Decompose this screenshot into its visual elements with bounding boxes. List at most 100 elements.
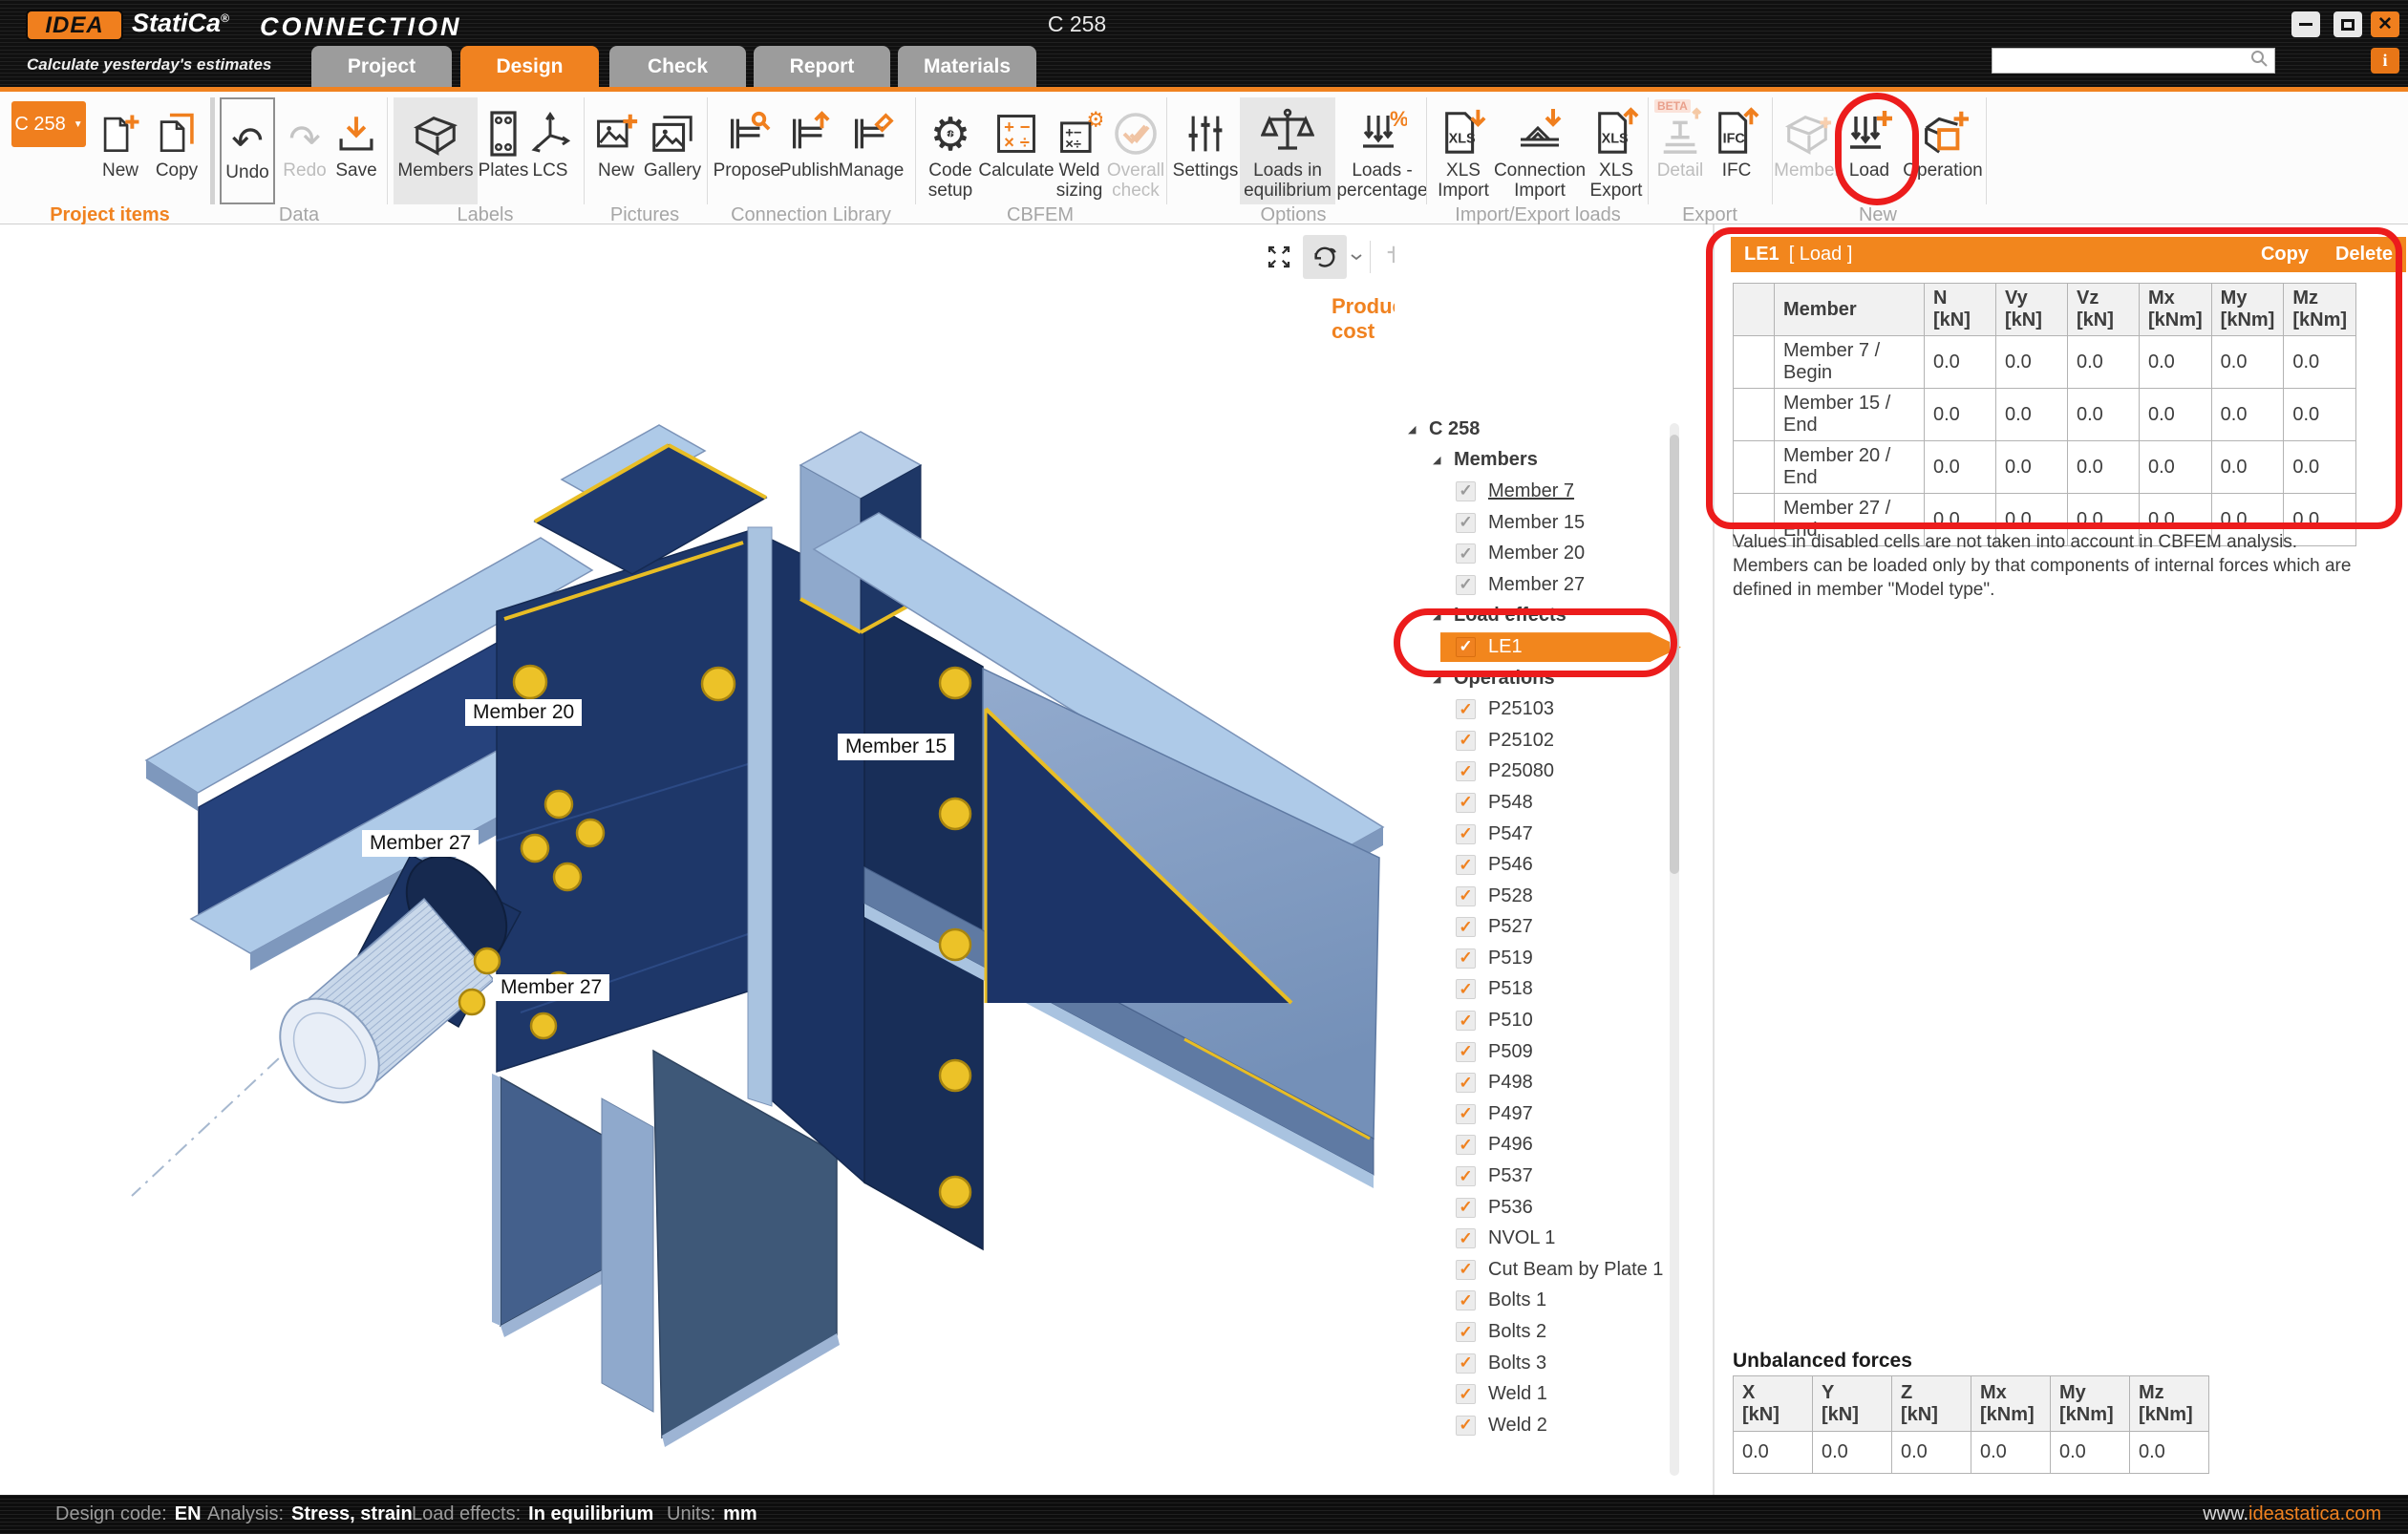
tree-member-item[interactable]: ✓Member 7 [1395, 476, 1713, 507]
tree-operation-item[interactable]: ✓Weld 1 [1395, 1378, 1713, 1410]
row-selector-cell[interactable] [1734, 389, 1775, 441]
checkbox-checked-icon[interactable]: ✓ [1456, 1135, 1476, 1155]
checkbox-checked-icon[interactable]: ✓ [1456, 513, 1476, 533]
checkbox-checked-icon[interactable]: ✓ [1456, 637, 1476, 657]
checkbox-checked-icon[interactable]: ✓ [1456, 1073, 1476, 1093]
checkbox-checked-icon[interactable]: ✓ [1456, 824, 1476, 844]
code-setup-button[interactable]: ⚙</> Code setup [921, 97, 980, 204]
search-icon[interactable] [2249, 49, 2274, 73]
checkbox-checked-icon[interactable]: ✓ [1456, 1166, 1476, 1186]
loads-percentage-toggle[interactable]: % Loads - percentage [1337, 97, 1427, 204]
publish-button[interactable]: Publish [781, 97, 837, 204]
zoom-fit-button[interactable] [1257, 235, 1301, 279]
project-item-selector[interactable]: C 258▼ [11, 101, 86, 147]
ifc-export-button[interactable]: IFC IFC [1712, 97, 1761, 204]
checkbox-checked-icon[interactable]: ✓ [1456, 1011, 1476, 1031]
value-cell[interactable]: 0.0 [2211, 389, 2284, 441]
value-cell[interactable]: 0.0 [1996, 389, 2068, 441]
member-cell[interactable]: Member 15 / End [1775, 389, 1925, 441]
tab-report[interactable]: Report [754, 46, 890, 87]
search-input[interactable] [1992, 50, 2249, 72]
new-operation-button[interactable]: Operation [1903, 97, 1983, 204]
value-cell[interactable]: 0.0 [2140, 389, 2212, 441]
weld-sizing-button[interactable]: +−×÷⚙ Weld sizing [1053, 97, 1106, 204]
delete-load-button[interactable]: Delete [2335, 244, 2393, 266]
tree-operations-header[interactable]: ◢ Operations [1395, 663, 1713, 694]
value-cell[interactable]: 0.0 [2140, 336, 2212, 389]
value-cell[interactable]: 0.0 [1734, 1432, 1813, 1474]
checkbox-checked-icon[interactable]: ✓ [1456, 1322, 1476, 1342]
value-cell[interactable]: 0.0 [2284, 389, 2356, 441]
new-load-button[interactable]: Load [1840, 97, 1899, 204]
tree-operation-item[interactable]: ✓P509 [1395, 1036, 1713, 1068]
checkbox-checked-icon[interactable]: ✓ [1456, 1104, 1476, 1124]
checkbox-checked-icon[interactable]: ✓ [1456, 917, 1476, 937]
propose-button[interactable]: Propose [716, 97, 778, 204]
checkbox-checked-icon[interactable]: ✓ [1456, 1198, 1476, 1218]
checkbox-checked-icon[interactable]: ✓ [1456, 1384, 1476, 1404]
checkbox-checked-icon[interactable]: ✓ [1456, 1353, 1476, 1374]
tree-operation-item[interactable]: ✓P527 [1395, 912, 1713, 944]
tree-operation-item[interactable]: ✓P547 [1395, 819, 1713, 850]
checkbox-checked-icon[interactable]: ✓ [1456, 855, 1476, 875]
checkbox-checked-icon[interactable]: ✓ [1456, 793, 1476, 813]
tree-operation-item[interactable]: ✓P536 [1395, 1192, 1713, 1224]
new-project-item-button[interactable]: New [96, 97, 145, 204]
checkbox-checked-icon[interactable]: ✓ [1456, 1042, 1476, 1062]
row-selector-cell[interactable] [1734, 441, 1775, 494]
maximize-button[interactable] [2333, 11, 2362, 37]
tree-scrollbar-thumb[interactable] [1670, 435, 1679, 874]
new-picture-button[interactable]: New [592, 97, 640, 204]
tree-operation-item[interactable]: ✓P518 [1395, 974, 1713, 1006]
tab-check[interactable]: Check [609, 46, 746, 87]
tree-operation-item[interactable]: ✓Weld 2 [1395, 1410, 1713, 1441]
undo-button[interactable]: ↶ Undo [220, 97, 275, 204]
checkbox-checked-icon[interactable]: ✓ [1456, 1260, 1476, 1280]
tree-operation-item[interactable]: ✓P528 [1395, 881, 1713, 912]
tree-le1-item-selected[interactable]: ✓ LE1 [1395, 631, 1713, 663]
tree-members-header[interactable]: ◢ Members [1395, 445, 1713, 477]
tree-member-item[interactable]: ✓Member 27 [1395, 569, 1713, 601]
tree-operation-item[interactable]: ✓P510 [1395, 1005, 1713, 1036]
xls-import-button[interactable]: XLS XLS Import [1433, 97, 1494, 204]
value-cell[interactable]: 0.0 [2211, 336, 2284, 389]
checkbox-checked-icon[interactable]: ✓ [1456, 886, 1476, 906]
manage-button[interactable]: Manage [841, 97, 902, 204]
value-cell[interactable]: 0.0 [2211, 441, 2284, 494]
minimize-button[interactable] [2291, 11, 2320, 37]
tree-scrollbar[interactable] [1670, 423, 1679, 1476]
checkbox-checked-icon[interactable]: ✓ [1456, 575, 1476, 595]
tree-operation-item[interactable]: ✓Cut Beam by Plate 1 [1395, 1254, 1713, 1286]
expander-icon[interactable]: ◢ [1408, 423, 1429, 436]
plates-labels-toggle[interactable]: Plates [481, 97, 525, 204]
copy-load-button[interactable]: Copy [2261, 244, 2309, 266]
loads-in-equilibrium-toggle[interactable]: Loads in equilibrium [1240, 97, 1335, 204]
expander-icon[interactable]: ◢ [1433, 609, 1454, 622]
tree-operation-item[interactable]: ✓P537 [1395, 1161, 1713, 1192]
search-box[interactable] [1992, 48, 2275, 74]
tree-root[interactable]: ◢ C 258 [1395, 414, 1713, 445]
checkbox-checked-icon[interactable]: ✓ [1456, 1290, 1476, 1310]
checkbox-checked-icon[interactable]: ✓ [1456, 1416, 1476, 1436]
tab-materials[interactable]: Materials [898, 46, 1036, 87]
settings-button[interactable]: Settings [1175, 97, 1236, 204]
tree-load-effects-header[interactable]: ◢ Load effects [1395, 601, 1713, 632]
value-cell[interactable]: 0.0 [1996, 441, 2068, 494]
tree-member-item[interactable]: ✓Member 15 [1395, 507, 1713, 539]
value-cell[interactable]: 0.0 [1996, 336, 2068, 389]
value-cell[interactable]: 0.0 [2068, 336, 2140, 389]
value-cell[interactable]: 0.0 [1925, 389, 1996, 441]
copy-project-item-button[interactable]: Copy [151, 97, 202, 204]
tree-operation-item[interactable]: ✓NVOL 1 [1395, 1223, 1713, 1254]
checkbox-checked-icon[interactable]: ✓ [1456, 699, 1476, 719]
website-link[interactable]: www.ideastatica.com [2203, 1503, 2381, 1525]
value-cell[interactable]: 0.0 [2284, 441, 2356, 494]
value-cell[interactable]: 0.0 [2130, 1432, 2209, 1474]
save-button[interactable]: Save [332, 97, 380, 204]
row-selector-cell[interactable] [1734, 336, 1775, 389]
close-button[interactable]: ✕ [2371, 11, 2399, 37]
gallery-button[interactable]: Gallery [644, 97, 701, 204]
rotate-view-button[interactable] [1303, 235, 1347, 279]
lcs-labels-toggle[interactable]: LCS [527, 97, 573, 204]
connection-import-button[interactable]: Connection Import [1496, 97, 1584, 204]
